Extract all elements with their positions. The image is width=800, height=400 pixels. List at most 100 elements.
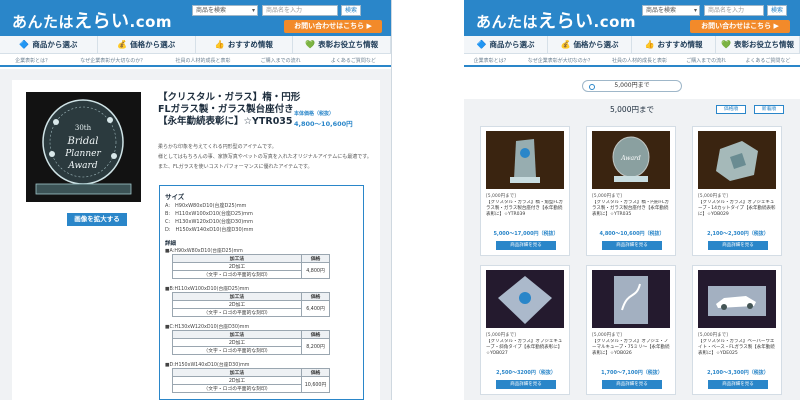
subnav-link[interactable]: ご購入までの流れ: [261, 55, 301, 65]
product-grid-item[interactable]: [5,000円まで] 【クリスタル・ガラス】オブジェキューブ・14カットタイプ【…: [692, 126, 782, 256]
item-tag: [5,000円まで]: [698, 194, 728, 199]
product-thumbnail: Award: [592, 131, 670, 189]
logo-suffix: .com: [593, 13, 637, 31]
subnav-link[interactable]: 企業表彰とは？: [15, 55, 50, 65]
table-cell: （文字・ロゴの平面的な刻印）: [172, 346, 302, 355]
item-detail-button[interactable]: 商品詳細を見る: [708, 241, 768, 250]
search-button[interactable]: 検索: [767, 5, 787, 16]
item-name[interactable]: 【クリスタル・ガラス】オブジェ・ノーマルキューブ・75ミリ〜【永年勤続表彰に】☆…: [592, 339, 672, 363]
subnav-link[interactable]: なぜ企業表彰が大切なのか？: [528, 55, 593, 65]
product-grid-item[interactable]: [5,000円まで] 【クリスタル・ガラス】ペーパーウエイト・ベース・FLガラス…: [692, 265, 782, 395]
sort-new-button[interactable]: 新着順: [754, 105, 784, 114]
nav-item-recommend[interactable]: 👍 おすすめ情報: [632, 36, 716, 53]
product-grid-item[interactable]: Award [5,000円まで] 【クリスタル・ガラス】楕・円形FLガラス製・ガ…: [586, 126, 676, 256]
item-name[interactable]: 【クリスタル・ガラス】オブジェキューブ・斜角タイプ【永年勤続表彰に】☆YOB02…: [486, 339, 566, 363]
item-price: 1,700〜7,100円（税抜）: [601, 370, 663, 376]
table-cell: 2D加工: [172, 338, 302, 347]
nav-item-info[interactable]: 💚 表彰お役立ち情報: [716, 36, 800, 53]
search-button[interactable]: 検索: [341, 5, 361, 16]
item-name[interactable]: 【クリスタル・ガラス】楕・角型FLガラス製・ガラス製台座付き【永年勤続表彰に】☆…: [486, 200, 566, 224]
money-icon: 💰: [117, 40, 128, 49]
site-logo[interactable]: あんたはえらい.com: [476, 7, 636, 33]
spec-box: サイズ A: H90xW80xD10(台座D25)mm B: H110xW100…: [159, 185, 364, 400]
subnav-link[interactable]: なぜ企業表彰が大切なのか？: [80, 55, 145, 65]
item-price: 2,100〜3,300円（税抜）: [707, 370, 769, 376]
product-thumbnail: [698, 270, 776, 328]
contact-button[interactable]: お問い合わせはこちら ▶: [284, 20, 382, 33]
item-price: 5,000〜17,000円（税抜）: [493, 231, 559, 237]
subnav-link[interactable]: ご購入までの流れ: [686, 55, 726, 65]
description-line: 様としてはもちろんの事、家族写真やペットの写真を入れたオリジナルアイテムにも最適…: [158, 154, 372, 160]
item-detail-button[interactable]: 商品詳細を見る: [602, 380, 662, 389]
table-header: 加工法: [172, 330, 302, 339]
table-cell: （文字・ロゴの平面的な刻印）: [172, 270, 302, 279]
size-line: A: H90xW80xD10(台座D25)mm: [165, 203, 247, 209]
search-input[interactable]: 商品名を入力: [262, 5, 338, 16]
nav-label: 商品から選ぶ: [489, 40, 535, 49]
size-line: B: H110xW100xD10(台座D25)mm: [165, 211, 253, 217]
site-header: あんたはえらい.com 商品を検索 商品名を入力 検索 お問い合わせはこちら ▶: [464, 0, 800, 36]
item-price: 4,800〜10,600円（税抜）: [599, 231, 665, 237]
nav-item-product[interactable]: 🔷 商品から選ぶ: [464, 36, 548, 53]
nav-label: 価格から選ぶ: [130, 40, 176, 49]
diamond-icon: 🔷: [476, 40, 487, 49]
category-select[interactable]: 商品を検索: [192, 5, 258, 16]
heart-icon: 💚: [305, 40, 316, 49]
table-cell: 2D加工: [172, 300, 302, 309]
nav-item-price[interactable]: 💰 価格から選ぶ: [548, 36, 632, 53]
product-image: 30th Bridal Planner Award: [26, 92, 141, 202]
subnav-link[interactable]: よくあるご質問など: [331, 55, 376, 65]
crystal-trophy-icon: [486, 131, 564, 189]
price-table-label: ■B:H110xW100xD10(台座D25)mm: [165, 287, 250, 292]
nav-item-price[interactable]: 💰 価格から選ぶ: [98, 36, 196, 53]
product-title-line: FLガラス製・ガラス製台座付き: [158, 104, 294, 115]
price-label: 本体価格（税抜）: [294, 111, 335, 117]
item-name[interactable]: 【クリスタル・ガラス】楕・円形FLガラス製・ガラス製台座付き【永年勤続表彰に】☆…: [592, 200, 672, 224]
item-detail-button[interactable]: 商品詳細を見る: [602, 241, 662, 250]
description-line: また、FLガラスを使いコストパフォーマンスに優れたアイテムです。: [158, 164, 313, 170]
nav-item-recommend[interactable]: 👍 おすすめ情報: [196, 36, 294, 53]
price-table-label: ■A:H90xW80xD10(台座D25)mm: [165, 249, 243, 254]
search-input[interactable]: 商品名を入力: [704, 5, 764, 16]
product-title-line: 【永年勤続表彰に】☆YTR035: [158, 116, 293, 127]
item-price: 2,500〜3200円（税抜）: [496, 370, 556, 376]
sort-price-button[interactable]: 価格順: [716, 105, 746, 114]
table-header: 加工法: [172, 368, 302, 377]
table-header: 価格: [301, 254, 330, 263]
item-name[interactable]: 【クリスタル・ガラス】オブジェキューブ・14カットタイプ【永年勤続表彰に】☆YO…: [698, 200, 778, 224]
table-cell-price: 8,200円: [301, 338, 330, 355]
product-listing-page: あんたはえらい.com 商品を検索 商品名を入力 検索 お問い合わせはこちら ▶…: [464, 0, 800, 400]
product-card: 30th Bridal Planner Award 画像を拡大する 【クリスタル…: [12, 80, 380, 400]
thumbs-up-icon: 👍: [214, 40, 225, 49]
nav-label: 表彰お役立ち情報: [733, 40, 794, 49]
zoom-image-button[interactable]: 画像を拡大する: [67, 213, 127, 226]
nav-item-product[interactable]: 🔷 商品から選ぶ: [0, 36, 98, 53]
product-grid-item[interactable]: [5,000円まで] 【クリスタル・ガラス】オブジェ・ノーマルキューブ・75ミリ…: [586, 265, 676, 395]
price-filter-pill[interactable]: 5,000円まで: [582, 80, 682, 92]
product-grid-item[interactable]: [5,000円まで] 【クリスタル・ガラス】楕・角型FLガラス製・ガラス製台座付…: [480, 126, 570, 256]
table-cell: （文字・ロゴの平面的な刻印）: [172, 308, 302, 317]
price-table: 加工法 価格 2D加工 4,800円 （文字・ロゴの平面的な刻印）: [172, 254, 330, 279]
sub-nav: 企業表彰とは？ なぜ企業表彰が大切なのか？ 社員の人材的成長と表彰 ご購入までの…: [0, 55, 391, 67]
item-detail-button[interactable]: 商品詳細を見る: [708, 380, 768, 389]
crystal-award-icon: Award: [592, 131, 670, 189]
site-logo[interactable]: あんたはえらい.com: [12, 7, 172, 33]
subnav-link[interactable]: 社員の人材的成長と表彰: [175, 55, 230, 65]
subnav-link[interactable]: 社員の人材的成長と表彰: [612, 55, 667, 65]
item-detail-button[interactable]: 商品詳細を見る: [496, 380, 556, 389]
price-table-label: ■D:H150xW140xD10(台座D30)mm: [165, 363, 250, 368]
product-grid-item[interactable]: [5,000円まで] 【クリスタル・ガラス】オブジェキューブ・斜角タイプ【永年勤…: [480, 265, 570, 395]
item-detail-button[interactable]: 商品詳細を見る: [496, 241, 556, 250]
logo-big: えらい: [74, 11, 130, 32]
item-name[interactable]: 【クリスタル・ガラス】ペーパーウエイト・ベース・FLガラス製【永年勤続表彰に】☆…: [698, 339, 778, 363]
crystal-cube-icon: [698, 131, 776, 189]
nav-item-info[interactable]: 💚 表彰お役立ち情報: [293, 36, 391, 53]
svg-text:Award: Award: [67, 161, 97, 171]
subnav-link[interactable]: よくあるご質問など: [745, 55, 790, 65]
price-table: 加工法 価格 2D加工 8,200円 （文字・ロゴの平面的な刻印）: [172, 330, 330, 355]
subnav-link[interactable]: 企業表彰とは？: [474, 55, 509, 65]
contact-button[interactable]: お問い合わせはこちら ▶: [690, 20, 790, 33]
nav-label: 価格から選ぶ: [573, 40, 619, 49]
sub-nav: 企業表彰とは？ なぜ企業表彰が大切なのか？ 社員の人材的成長と表彰 ご購入までの…: [464, 55, 800, 67]
category-select[interactable]: 商品を検索: [642, 5, 700, 16]
